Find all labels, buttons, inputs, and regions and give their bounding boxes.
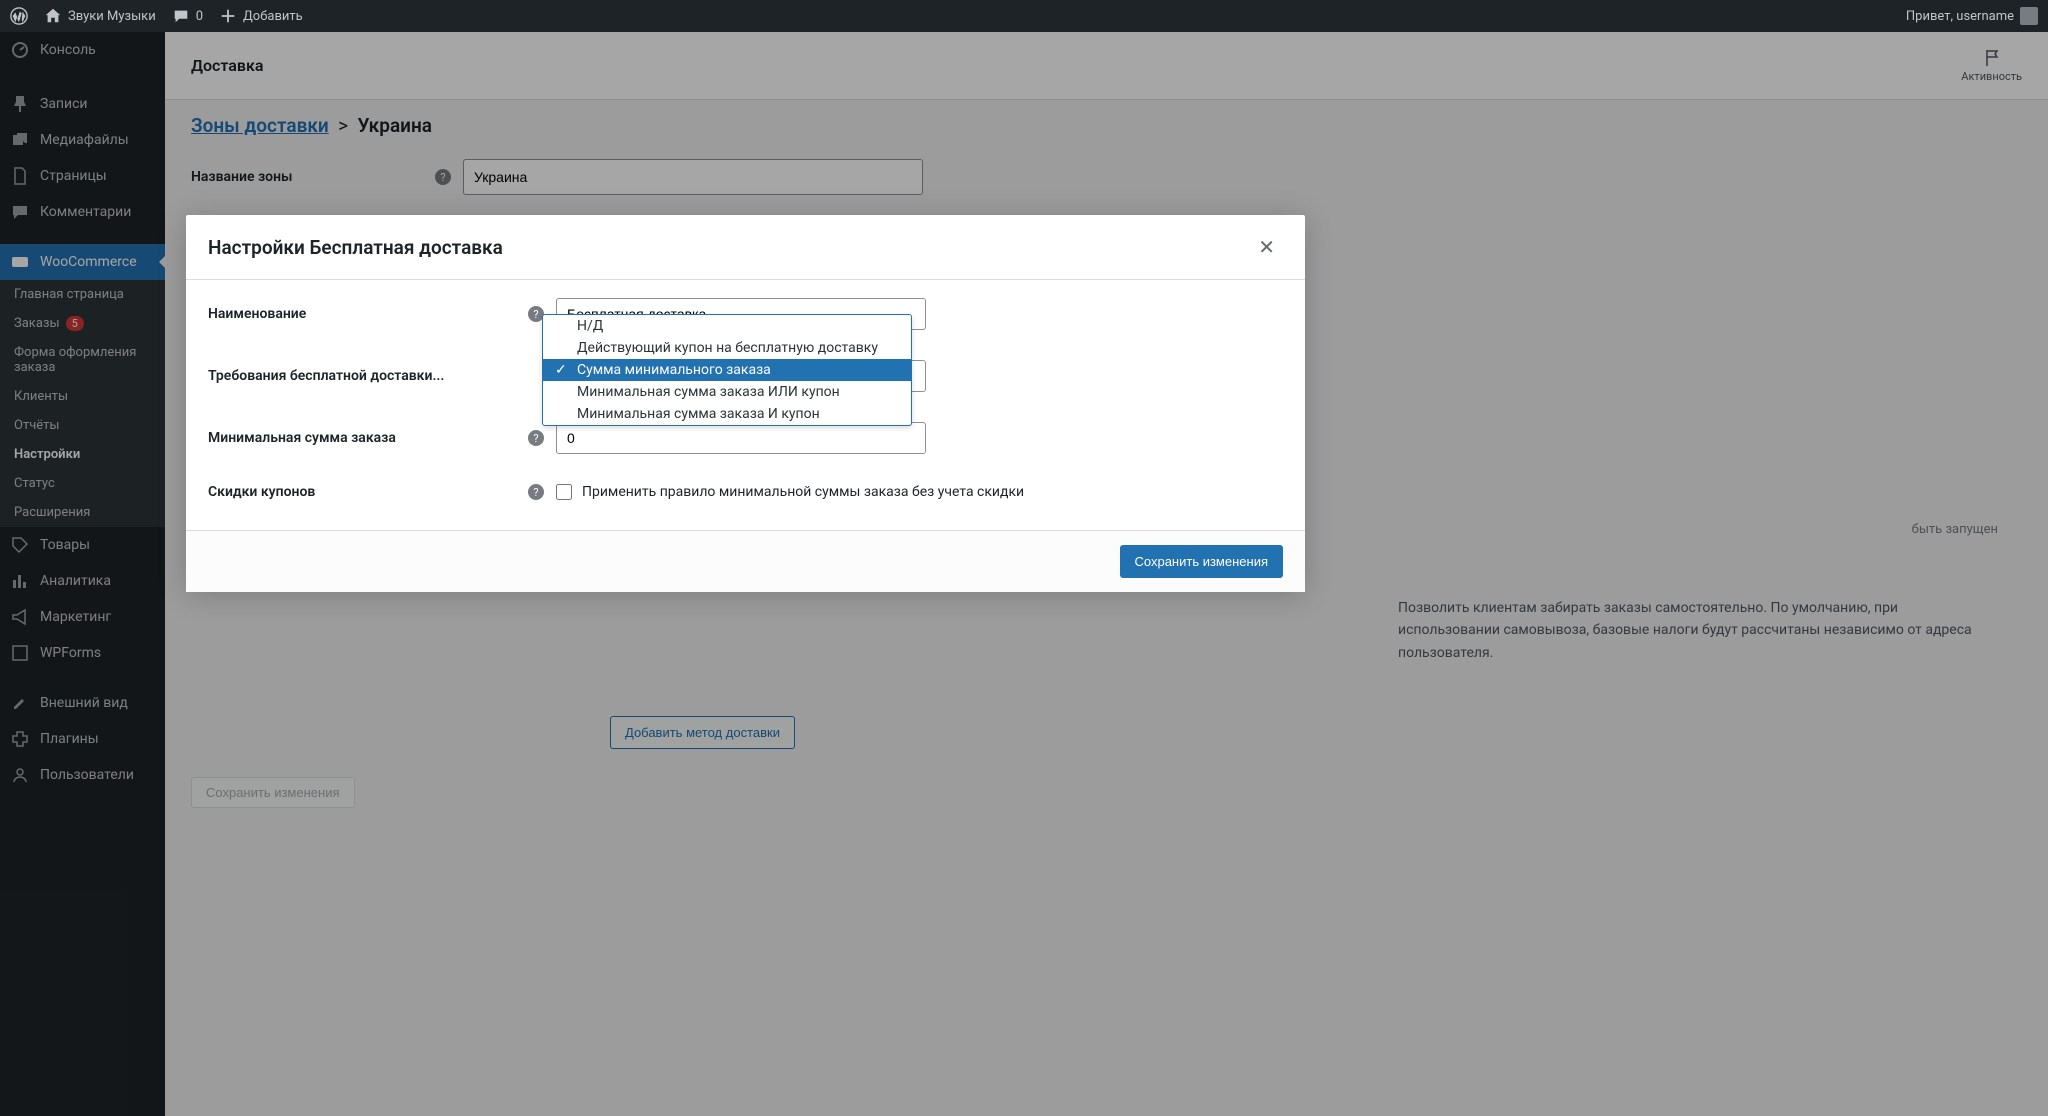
requires-label: Требования бесплатной доставки... bbox=[208, 368, 528, 384]
modal-title: Настройки Бесплатная доставка bbox=[208, 236, 503, 259]
min-amount-input[interactable] bbox=[556, 422, 926, 454]
ignore-discounts-checkbox[interactable] bbox=[556, 484, 572, 500]
add-new-label: Добавить bbox=[243, 9, 303, 24]
coupon-discount-label: Скидки купонов bbox=[208, 484, 528, 500]
wordpress-icon bbox=[10, 7, 28, 25]
dropdown-option[interactable]: Действующий купон на бесплатную доставку bbox=[543, 337, 911, 359]
comments-link[interactable]: 0 bbox=[172, 7, 203, 25]
site-name: Звуки Музыки bbox=[68, 9, 156, 24]
comments-count: 0 bbox=[196, 9, 203, 24]
plus-icon bbox=[219, 7, 237, 25]
ignore-discounts-checkbox-label[interactable]: Применить правило минимальной суммы зака… bbox=[556, 484, 1024, 500]
min-amount-label: Минимальная сумма заказа bbox=[208, 430, 528, 446]
dropdown-option[interactable]: Минимальная сумма заказа И купон bbox=[543, 403, 911, 425]
dropdown-option[interactable]: Минимальная сумма заказа ИЛИ купон bbox=[543, 381, 911, 403]
greeting-text: Привет, username bbox=[1906, 9, 2014, 24]
user-greeting[interactable]: Привет, username bbox=[1906, 7, 2038, 25]
comment-icon bbox=[172, 7, 190, 25]
home-icon bbox=[44, 7, 62, 25]
admin-bar: Звуки Музыки 0 Добавить Привет, username bbox=[0, 0, 2048, 32]
help-icon[interactable]: ? bbox=[528, 484, 544, 500]
help-icon[interactable]: ? bbox=[528, 430, 544, 446]
avatar bbox=[2020, 7, 2038, 25]
method-title-label: Наименование bbox=[208, 306, 528, 322]
checkbox-text: Применить правило минимальной суммы зака… bbox=[582, 484, 1024, 500]
dropdown-option[interactable]: Сумма минимального заказа bbox=[543, 359, 911, 381]
requires-dropdown-list: Н/Д Действующий купон на бесплатную дост… bbox=[542, 314, 912, 426]
add-new-link[interactable]: Добавить bbox=[219, 7, 303, 25]
modal-close-button[interactable]: ✕ bbox=[1250, 231, 1283, 263]
site-link[interactable]: Звуки Музыки bbox=[44, 7, 156, 25]
wp-logo[interactable] bbox=[10, 7, 28, 25]
modal-save-button[interactable]: Сохранить изменения bbox=[1120, 545, 1284, 578]
dropdown-option[interactable]: Н/Д bbox=[543, 315, 911, 337]
